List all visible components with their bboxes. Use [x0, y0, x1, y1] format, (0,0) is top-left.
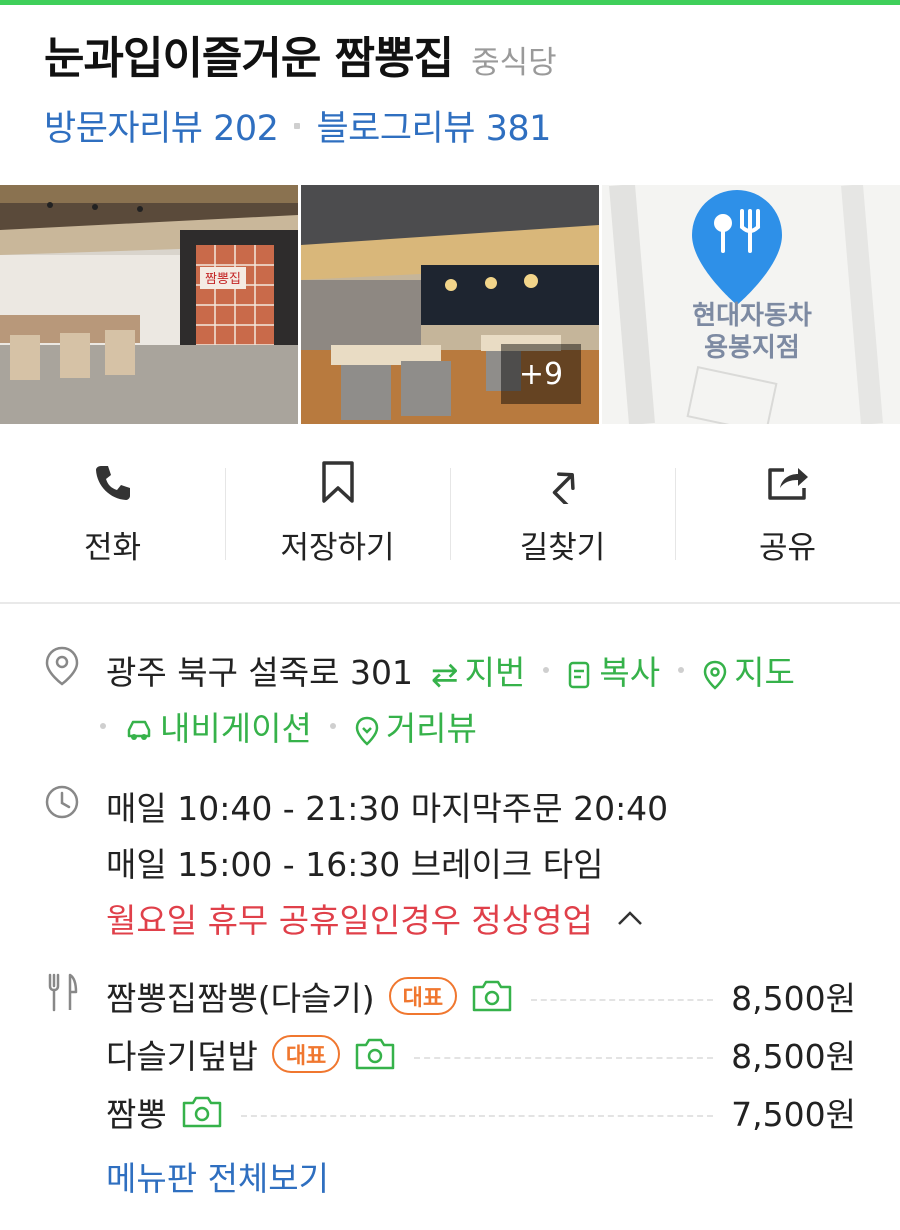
clock-icon: [45, 785, 79, 819]
car-icon: [127, 720, 151, 740]
separator-dot: [329, 723, 336, 729]
restaurant-photo-2[interactable]: +9: [301, 185, 599, 424]
leader-dots: [531, 999, 714, 1001]
top-accent-bar: [0, 0, 900, 5]
camera-icon[interactable]: [181, 1095, 223, 1129]
navigation-link[interactable]: 내비게이션: [124, 702, 312, 750]
call-label: 전화: [83, 529, 142, 566]
directions-button[interactable]: 길찾기: [450, 424, 675, 602]
leader-dots: [240, 1115, 714, 1117]
hours-notice-row[interactable]: 월요일 휴무 공휴일인경우 정상영업: [106, 894, 645, 942]
map-label-line2: 용봉지점: [704, 333, 800, 363]
navigation-label: 내비게이션: [160, 709, 312, 748]
phone-icon: [95, 465, 130, 500]
separator-dot: [543, 667, 550, 673]
directions-label: 길찾기: [519, 529, 606, 566]
menu-item-name: 다슬기덮밥: [106, 1037, 258, 1076]
call-button[interactable]: 전화: [0, 424, 225, 602]
address-text: 광주 북구 설죽로 301: [106, 653, 413, 692]
separator-dot: [294, 122, 301, 129]
blog-review-link[interactable]: 블로그리뷰 381: [316, 100, 551, 151]
menu-item-price: 8,500원: [731, 1037, 856, 1076]
street-view-link[interactable]: 거리뷰: [354, 702, 477, 750]
menu-item-name: 짬뽕집짬뽕(다슬기): [106, 979, 375, 1018]
copy-label: 복사: [599, 653, 661, 692]
street-view-label: 거리뷰: [385, 709, 477, 748]
menu-item-price: 7,500원: [731, 1095, 856, 1134]
restaurant-photo-1[interactable]: 짬뽕집: [0, 185, 298, 424]
location-pin-icon: [45, 646, 79, 686]
bookmark-icon: [321, 460, 354, 503]
menu-item[interactable]: 짬뽕집짬뽕(다슬기) 대표 8,500원: [106, 972, 856, 1020]
hours-line-2: 매일 15:00 - 16:30 브레이크 타임: [106, 845, 604, 884]
chevron-up-icon[interactable]: [615, 908, 645, 928]
map-label: 지도: [734, 653, 795, 692]
save-label: 저장하기: [280, 529, 395, 566]
jibun-toggle[interactable]: ⇄ 지번: [431, 646, 525, 694]
share-label: 공유: [758, 529, 817, 566]
signature-badge: 대표: [271, 1035, 341, 1073]
menu-item-price: 8,500원: [731, 979, 856, 1018]
fork-knife-icon: [48, 973, 78, 1012]
view-full-menu-link[interactable]: 메뉴판 전체보기: [106, 1152, 329, 1200]
map-pin-small-icon: [703, 660, 727, 690]
map-thumbnail[interactable]: 현대자동차 용봉지점: [602, 185, 900, 424]
map-label-line1: 현대자동차: [692, 301, 812, 331]
directions-icon: [552, 471, 575, 504]
sign-text: 짬뽕집: [205, 272, 241, 287]
address-links-row2: 내비게이션 거리뷰: [100, 702, 477, 750]
place-name: 눈과입이즐거운 짬뽕집: [44, 33, 454, 84]
menu-item-name: 짬뽕: [106, 1095, 167, 1134]
leader-dots: [414, 1057, 714, 1059]
copy-address-button[interactable]: 복사: [567, 646, 660, 694]
share-button[interactable]: 공유: [675, 424, 900, 602]
menu-item[interactable]: 짬뽕 7,500원: [106, 1088, 856, 1136]
place-category: 중식당: [471, 45, 557, 81]
separator-dot: [678, 667, 685, 673]
address-line: 광주 북구 설죽로 301 ⇄ 지번 복사 지도: [106, 646, 795, 694]
menu-item[interactable]: 다슬기덮밥 대표 8,500원: [106, 1030, 856, 1078]
copy-icon: [569, 661, 590, 688]
jibun-label: 지번: [464, 653, 526, 692]
place-header: 눈과입이즐거운 짬뽕집 중식당 방문자리뷰 202 블로그리뷰 381: [44, 22, 880, 151]
camera-icon[interactable]: [471, 979, 513, 1013]
camera-icon[interactable]: [354, 1037, 396, 1071]
separator-dot: [100, 723, 106, 729]
swap-icon: ⇄: [430, 655, 459, 694]
hours-line-1: 매일 10:40 - 21:30 마지막주문 20:40: [106, 789, 669, 828]
more-photos-badge[interactable]: +9: [501, 344, 581, 404]
map-link[interactable]: 지도: [702, 646, 795, 694]
visitor-review-link[interactable]: 방문자리뷰 202: [44, 100, 279, 151]
closed-day-notice: 월요일 휴무 공휴일인경우 정상영업: [106, 901, 593, 940]
photo-strip: 짬뽕집 +9 현대자동차 용봉지점: [0, 185, 900, 424]
street-view-icon: [355, 716, 379, 746]
save-button[interactable]: 저장하기: [225, 424, 450, 602]
share-icon: [767, 467, 808, 500]
action-bar: 전화 저장하기 길찾기 공유: [0, 424, 900, 604]
signature-badge: 대표: [388, 977, 458, 1015]
interior-photo-image: 짬뽕집: [0, 185, 298, 424]
